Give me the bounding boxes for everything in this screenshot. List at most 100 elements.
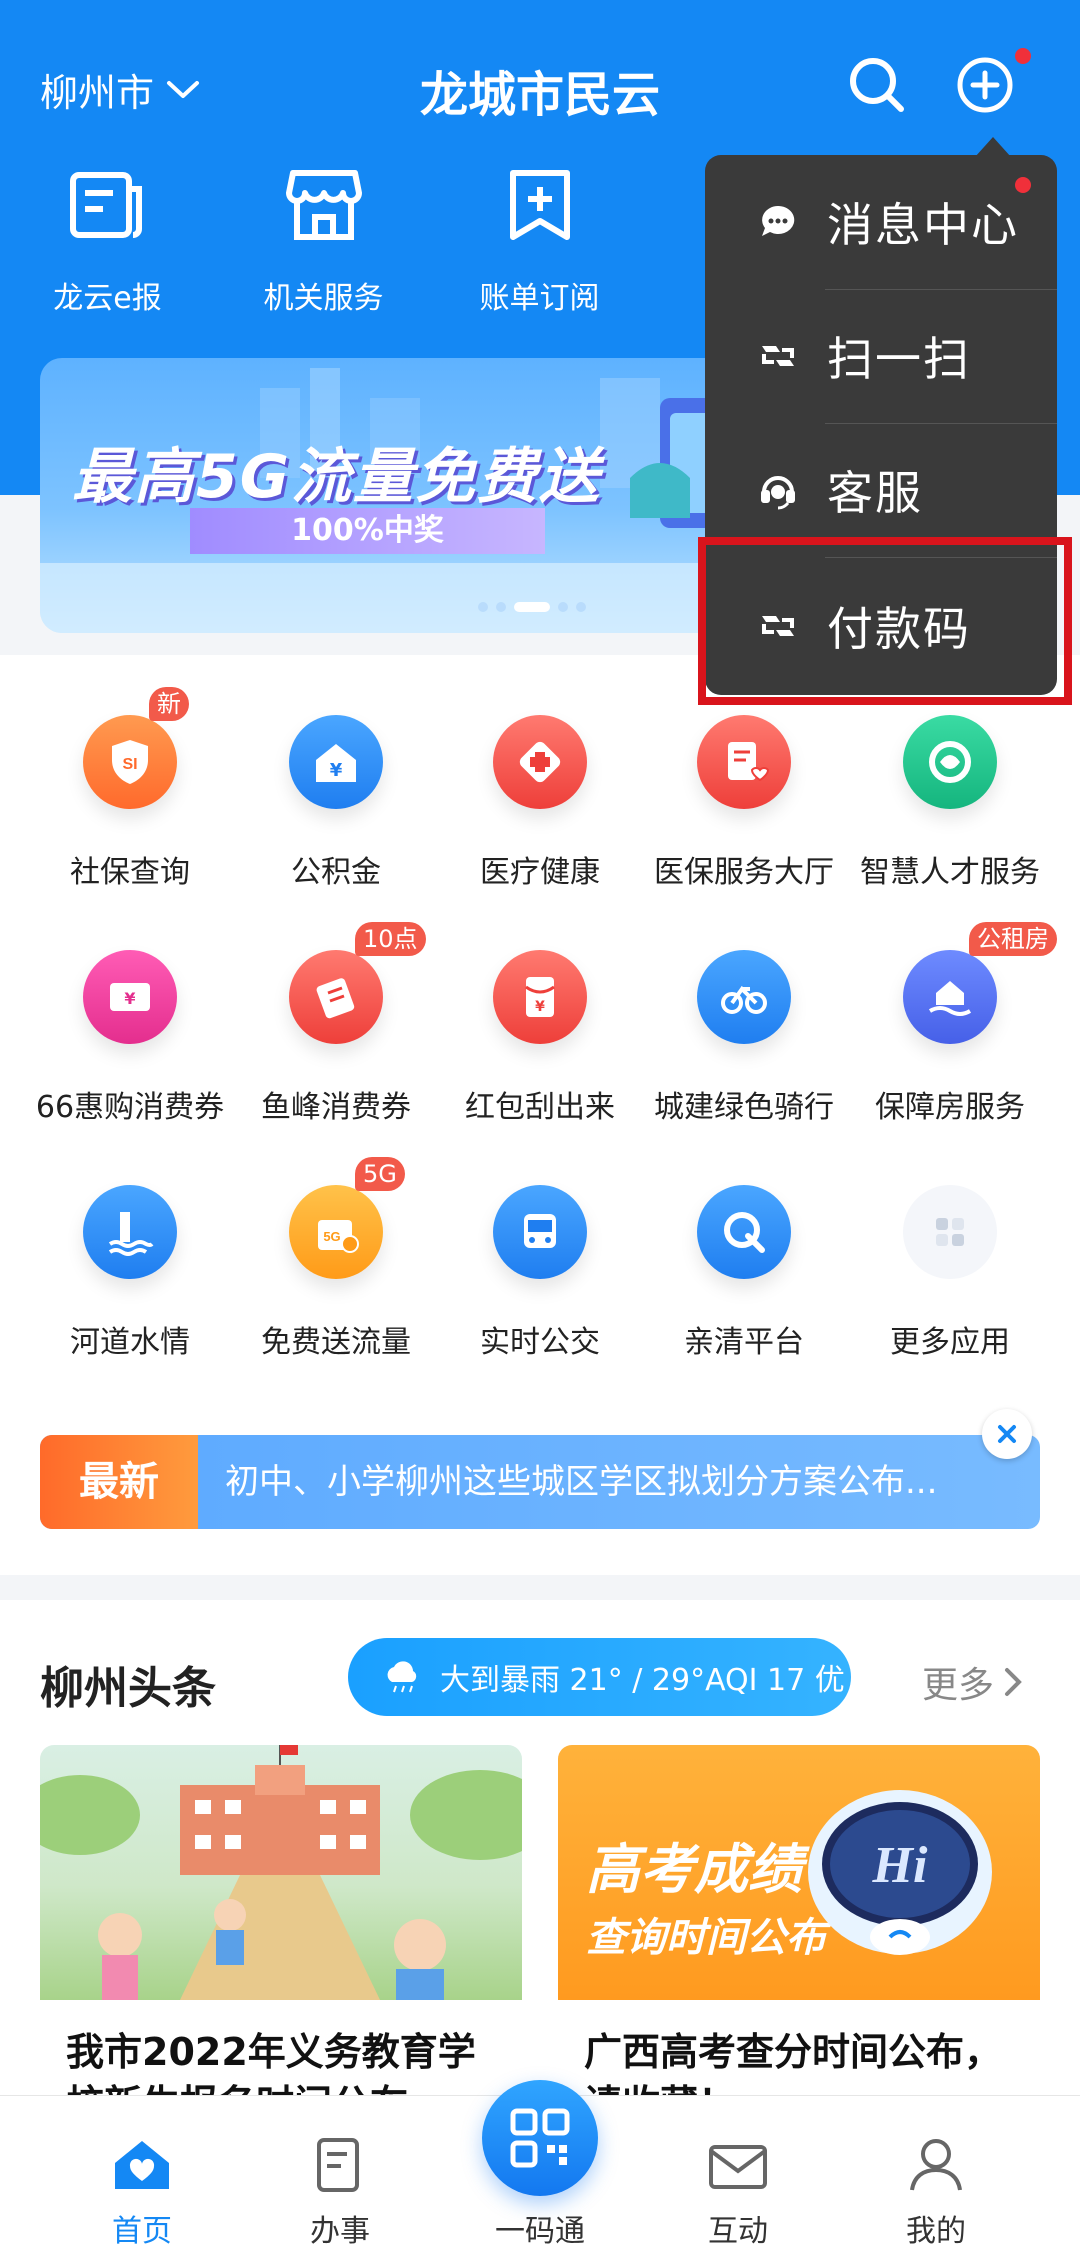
svg-text:SI: SI xyxy=(122,756,137,773)
bookmark-plus-icon xyxy=(509,170,570,240)
housing-fund-icon: ¥ xyxy=(316,744,356,782)
talent-icon xyxy=(929,741,971,783)
service-badge: 公租房 xyxy=(969,922,1057,956)
service-label: 医保服务大厅 xyxy=(654,855,834,890)
home-heart-icon xyxy=(115,2141,169,2189)
service-housing-fund[interactable]: ¥ 公积金 xyxy=(228,715,444,891)
scan-icon xyxy=(762,346,794,366)
menu-item-label: 客服 xyxy=(827,466,923,520)
pagination-dot-active xyxy=(514,602,550,612)
quick-link-label: 龙云e报 xyxy=(53,281,162,316)
tab-home[interactable]: 首页 xyxy=(44,2096,240,2250)
user-icon xyxy=(910,2139,962,2191)
service-label: 66惠购消费券 xyxy=(35,1090,225,1125)
menu-item-messages[interactable]: 消息中心 xyxy=(705,155,1057,289)
close-icon xyxy=(998,1425,1016,1443)
tab-profile[interactable]: 我的 xyxy=(838,2096,1034,2250)
water-level-icon xyxy=(108,1212,154,1256)
headset-icon xyxy=(761,476,795,510)
service-label: 鱼峰消费券 xyxy=(261,1090,411,1125)
pagination-dot xyxy=(576,602,586,612)
5g-gift-icon: 5G xyxy=(318,1220,359,1253)
mail-icon xyxy=(709,2145,767,2189)
service-red-envelope[interactable]: ¥ 红包刮出来 xyxy=(432,950,648,1126)
city-label: 柳州市 xyxy=(40,71,155,115)
chevron-down-icon xyxy=(167,80,200,98)
service-label: 河道水情 xyxy=(70,1325,190,1360)
quick-link-e-report[interactable]: 龙云e报 xyxy=(0,165,215,317)
service-yufeng-voucher[interactable]: 10点 鱼峰消费券 xyxy=(228,922,444,1126)
service-social-security[interactable]: SI 新 社保查询 xyxy=(22,687,238,891)
service-free-data[interactable]: 5G 5G 免费送流量 xyxy=(228,1157,444,1361)
bus-icon xyxy=(524,1214,556,1248)
medical-icon xyxy=(519,741,561,783)
newspaper-icon xyxy=(69,172,142,238)
latest-news-text: 初中、小学柳州这些城区学区拟划分方案公布... xyxy=(225,1462,938,1502)
city-selector[interactable]: 柳州市 xyxy=(40,62,200,117)
service-label: 红包刮出来 xyxy=(465,1090,615,1125)
pagination-dot xyxy=(558,602,568,612)
tab-label: 互动 xyxy=(708,2214,768,2249)
bike-icon xyxy=(721,985,767,1014)
house-hand-icon xyxy=(928,981,972,1016)
card-image-text: 高考成绩 xyxy=(586,1838,802,1901)
qr-code-icon xyxy=(510,2108,570,2168)
add-menu-button[interactable] xyxy=(950,50,1020,120)
one-code-button[interactable] xyxy=(482,2080,598,2196)
service-medical[interactable]: 医疗健康 xyxy=(432,715,648,891)
tab-services[interactable]: 办事 xyxy=(242,2096,438,2250)
headline-card[interactable]: 我市2022年义务教育学校新生报名时间公布 xyxy=(40,1745,522,2120)
red-envelope-icon: ¥ xyxy=(525,977,555,1017)
close-news-button[interactable] xyxy=(982,1409,1032,1459)
ticket-icon xyxy=(316,978,355,1019)
service-label: 实时公交 xyxy=(480,1325,600,1360)
voucher-icon: ¥ xyxy=(110,983,150,1011)
service-label: 更多应用 xyxy=(890,1325,1010,1360)
popup-arrow xyxy=(975,137,1011,157)
service-river-level[interactable]: 河道水情 xyxy=(22,1185,238,1361)
message-icon xyxy=(762,205,795,236)
service-label: 免费送流量 xyxy=(261,1325,411,1360)
banner-pagination xyxy=(478,602,586,612)
service-housing-security[interactable]: 公租房 保障房服务 xyxy=(842,922,1058,1126)
weather-pill[interactable]: 大到暴雨 21° / 29°AQI 17 优 xyxy=(348,1638,851,1716)
service-green-cycling[interactable]: 城建绿色骑行 xyxy=(636,950,852,1126)
quick-link-bill-subscription[interactable]: 账单订阅 xyxy=(432,165,647,317)
assistant-robot-button[interactable]: Hi xyxy=(800,1782,1000,1962)
quick-link-label: 账单订阅 xyxy=(479,281,600,316)
quick-link-government[interactable]: 机关服务 xyxy=(216,165,431,317)
tab-label: 我的 xyxy=(906,2214,966,2249)
plus-circle-icon xyxy=(957,57,1013,113)
menu-item-label: 扫一扫 xyxy=(827,332,971,386)
svg-text:¥: ¥ xyxy=(330,760,343,781)
search-button[interactable] xyxy=(842,50,912,120)
service-realtime-bus[interactable]: 实时公交 xyxy=(432,1185,648,1361)
tab-interaction[interactable]: 互动 xyxy=(640,2096,836,2250)
banner-subtitle: 100%中奖 xyxy=(190,508,545,554)
card-image-subtext: 查询时间公布 xyxy=(586,1915,826,1961)
service-label: 城建绿色骑行 xyxy=(654,1090,834,1125)
robot-assistant-icon: Hi xyxy=(808,1790,992,1955)
more-link[interactable]: 更多 xyxy=(922,1656,1022,1708)
latest-news-strip[interactable]: 最新 初中、小学柳州这些城区学区拟划分方案公布... xyxy=(40,1409,1040,1529)
service-label: 医疗健康 xyxy=(480,855,600,890)
service-insurance-hall[interactable]: 医保服务大厅 xyxy=(636,715,852,891)
shop-icon xyxy=(285,170,362,240)
service-more-apps[interactable]: 更多应用 xyxy=(842,1185,1058,1361)
service-label: 保障房服务 xyxy=(875,1090,1025,1125)
service-66-voucher[interactable]: ¥ 66惠购消费券 xyxy=(22,950,238,1126)
service-label: 亲清平台 xyxy=(684,1325,804,1360)
service-qinqing-platform[interactable]: 亲清平台 xyxy=(636,1185,852,1361)
service-badge: 10点 xyxy=(355,922,426,956)
service-badge: 新 xyxy=(149,687,189,721)
service-badge: 5G xyxy=(355,1157,405,1191)
more-apps-icon xyxy=(936,1218,964,1246)
document-icon xyxy=(317,2138,359,2192)
menu-item-label: 消息中心 xyxy=(827,198,1019,252)
menu-item-scan[interactable]: 扫一扫 xyxy=(705,289,1057,423)
service-talent[interactable]: 智慧人才服务 xyxy=(842,715,1058,891)
message-unread-dot xyxy=(1015,177,1031,193)
search-icon xyxy=(850,58,904,112)
svg-text:¥: ¥ xyxy=(124,989,135,1008)
pagination-dot xyxy=(478,602,488,612)
